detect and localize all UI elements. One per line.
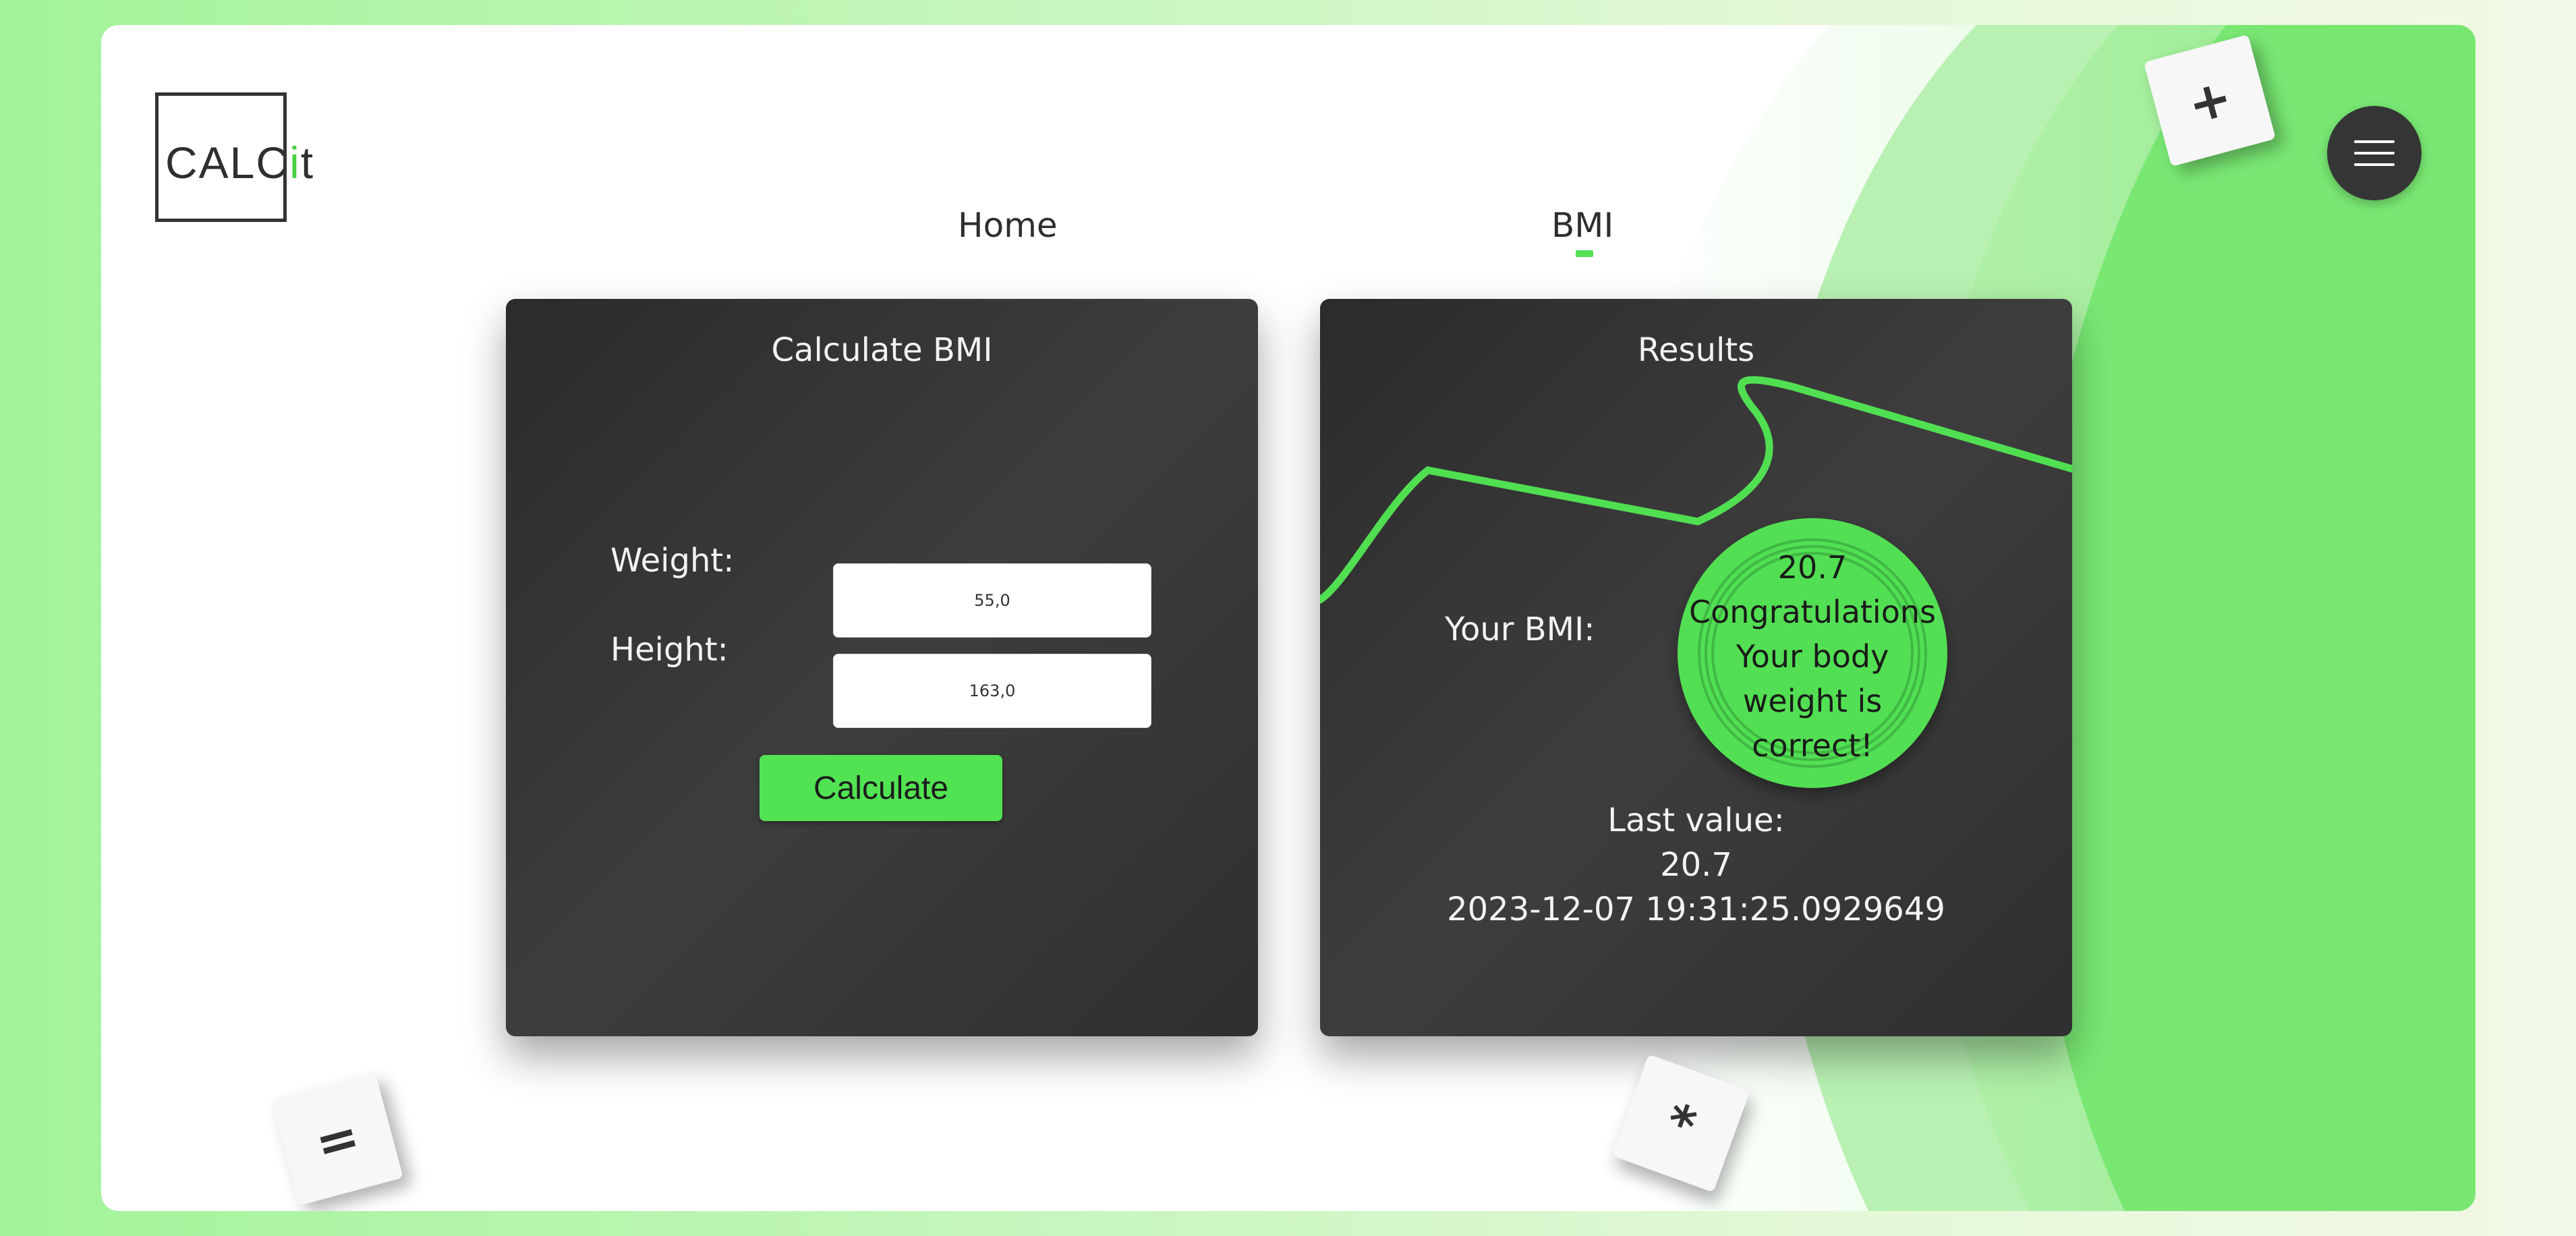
bmi-message-line: Congratulations [1689,594,1936,630]
calculate-card-title: Calculate BMI [771,331,993,369]
bmi-result-badge: 20.7 Congratulations Your body weight is… [1678,518,1947,788]
bmi-message-line: correct! [1752,727,1873,764]
last-value-block: Last value: 20.7 2023-12-07 19:31:25.092… [1320,798,2072,932]
logo-suffix: t [300,138,315,188]
calculate-button[interactable]: Calculate [760,755,1002,821]
menu-line [2354,152,2395,154]
height-input[interactable] [833,654,1151,728]
calculate-bmi-card: Calculate BMI Weight: Height: Calculate [506,299,1258,1036]
menu-line [2354,140,2395,143]
nav-link-bmi[interactable]: BMI [1551,206,1613,245]
weight-input[interactable] [833,563,1151,638]
last-value-timestamp: 2023-12-07 19:31:25.0929649 [1447,891,1945,928]
bmi-message-line: weight is [1742,683,1883,719]
bmi-value: 20.7 [1777,549,1848,586]
last-value-number: 20.7 [1660,846,1732,884]
logo-prefix: CALC [165,138,290,188]
background-green-curve [1597,25,2475,1211]
height-label: Height: [610,631,728,669]
logo-highlight: i [289,138,301,188]
your-bmi-label: Your BMI: [1445,611,1595,648]
menu-line [2354,163,2395,166]
results-card: Results Your BMI: 20.7 Congratulations Y… [1320,299,2072,1036]
logo-text[interactable]: CALCit [165,137,314,188]
app-window: CALCit Home BMI Calculate BMI Weight: He… [101,25,2475,1211]
hamburger-menu-icon[interactable] [2327,106,2422,200]
bmi-result-text: 20.7 Congratulations Your body weight is… [1678,545,1947,768]
weight-label: Weight: [610,542,735,580]
last-value-label: Last value: [1607,802,1785,839]
bmi-message-line: Your body [1736,638,1889,675]
nav-active-indicator [1576,250,1593,257]
nav-link-home[interactable]: Home [958,206,1058,245]
results-card-title: Results [1637,331,1755,369]
